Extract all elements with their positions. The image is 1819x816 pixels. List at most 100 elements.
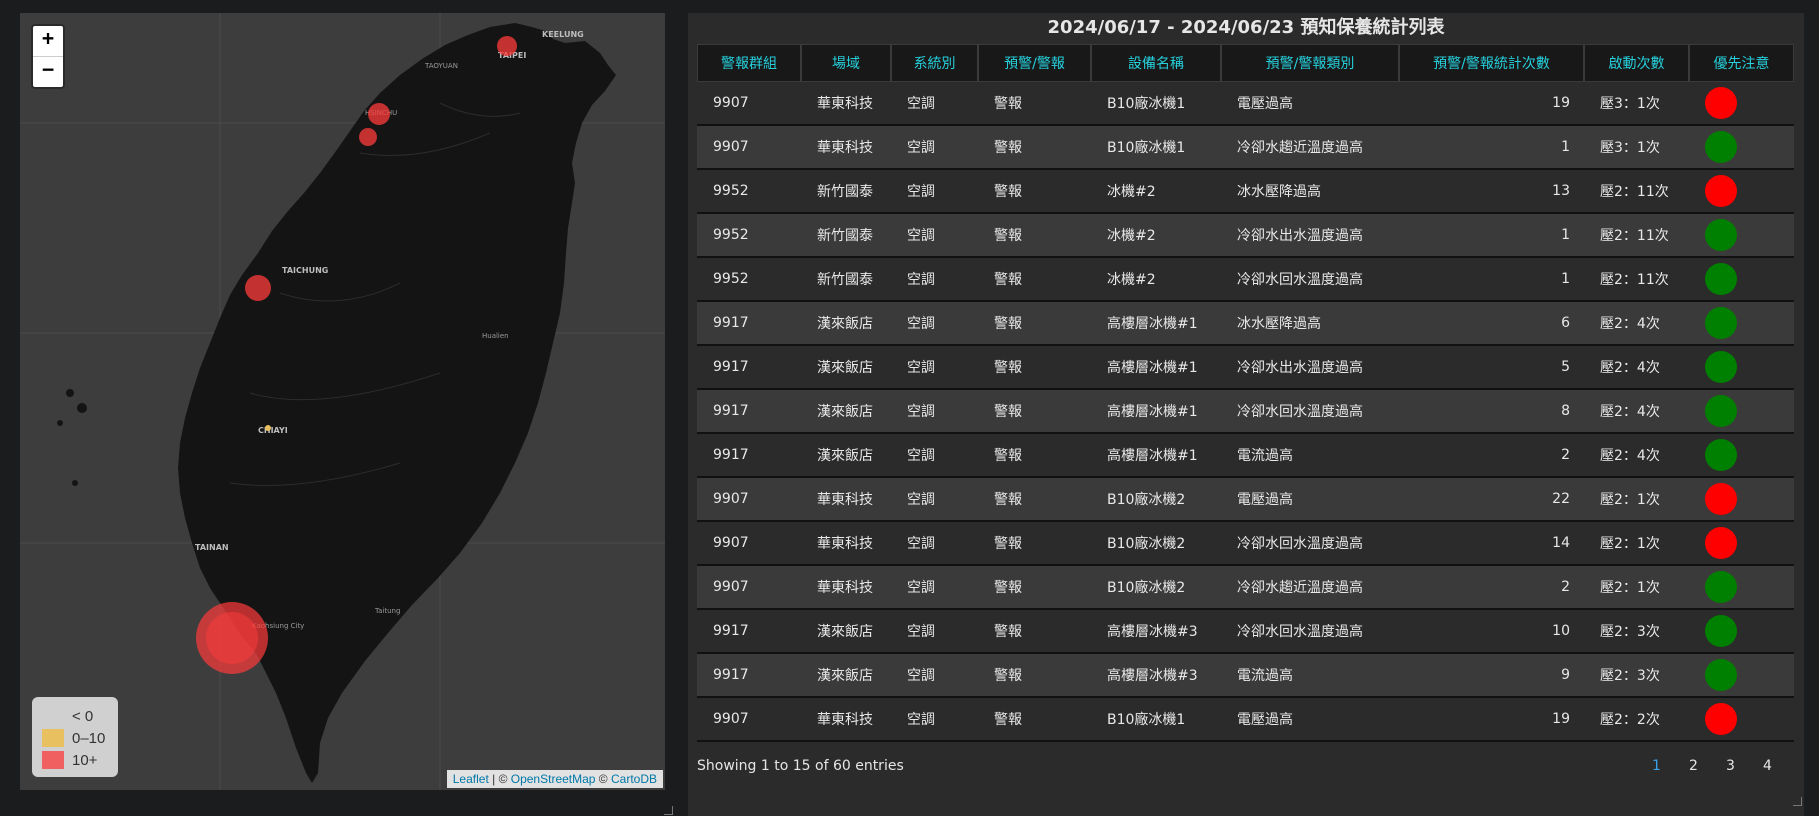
map-legend: < 0 0–10 10+ (32, 697, 118, 777)
table-row[interactable]: 9917 漢來飯店 空調 警報 高樓層冰機#3 冷卻水回水溫度過高 10 壓2：3次 (697, 610, 1794, 654)
table-cell: 華東科技 (801, 566, 891, 610)
table-cell: 1 (1399, 214, 1584, 258)
table-cell: 空調 (891, 302, 978, 346)
taiwan-map[interactable]: KEELUNG TAIPEI TAOYUAN HSINCHU TAICHUNG … (20, 13, 665, 790)
map-attribution: Leaflet | © OpenStreetMap © CartoDB (446, 770, 663, 788)
table-row[interactable]: 9952 新竹國泰 空調 警報 冰機#2 冷卻水出水溫度過高 1 壓2：11次 (697, 214, 1794, 258)
map-marker[interactable] (359, 128, 377, 146)
table-cell (1689, 434, 1794, 478)
table-row[interactable]: 9952 新竹國泰 空調 警報 冰機#2 冰水壓降過高 13 壓2：11次 (697, 170, 1794, 214)
column-header[interactable]: 預警/警報 (978, 44, 1091, 82)
map-marker[interactable] (497, 36, 517, 56)
map-marker[interactable] (368, 103, 390, 125)
table-row[interactable]: 9907 華東科技 空調 警報 B10廠冰機1 電壓過高 19 壓3：1次 (697, 82, 1794, 126)
column-header[interactable]: 優先注意 (1689, 44, 1794, 82)
table-cell: 9917 (697, 610, 801, 654)
table-cell: 冰機#2 (1091, 214, 1221, 258)
page-1-button[interactable]: 1 (1638, 758, 1675, 774)
column-header[interactable]: 設備名稱 (1091, 44, 1221, 82)
table-cell: B10廠冰機1 (1091, 126, 1221, 170)
table-cell: 9952 (697, 258, 801, 302)
leaflet-link[interactable]: Leaflet (453, 772, 489, 786)
table-cell: 警報 (978, 478, 1091, 522)
table-cell: B10廠冰機2 (1091, 522, 1221, 566)
priority-indicator-icon (1705, 351, 1737, 383)
table-cell: 壓3：1次 (1584, 126, 1689, 170)
table-cell (1689, 346, 1794, 390)
city-tainan: TAINAN (195, 543, 229, 552)
table-cell (1689, 654, 1794, 698)
table-cell: 華東科技 (801, 478, 891, 522)
zoom-in-button[interactable]: + (33, 26, 63, 56)
table-cell: 壓2：3次 (1584, 654, 1689, 698)
table-cell (1689, 610, 1794, 654)
table-cell: 冷卻水出水溫度過高 (1221, 346, 1399, 390)
table-cell: 9907 (697, 82, 801, 126)
page-2-button[interactable]: 2 (1675, 758, 1712, 774)
table-cell: 漢來飯店 (801, 302, 891, 346)
column-header[interactable]: 系統別 (891, 44, 978, 82)
table-cell (1689, 126, 1794, 170)
page-4-button[interactable]: 4 (1749, 758, 1786, 774)
map-resize-handle[interactable] (664, 806, 673, 815)
priority-indicator-icon (1705, 131, 1737, 163)
map-marker-small[interactable] (265, 425, 271, 431)
table-cell: 冷卻水趨近溫度過高 (1221, 126, 1399, 170)
table-cell: 壓2：4次 (1584, 390, 1689, 434)
zoom-out-button[interactable]: − (33, 56, 63, 87)
carto-link[interactable]: CartoDB (611, 772, 657, 786)
table-row[interactable]: 9917 漢來飯店 空調 警報 高樓層冰機#1 冷卻水回水溫度過高 8 壓2：4次 (697, 390, 1794, 434)
table-cell: 警報 (978, 302, 1091, 346)
priority-indicator-icon (1705, 395, 1737, 427)
table-cell: 8 (1399, 390, 1584, 434)
priority-indicator-icon (1705, 571, 1737, 603)
legend-swatch (42, 729, 64, 747)
table-row[interactable]: 9907 華東科技 空調 警報 B10廠冰機1 冷卻水趨近溫度過高 1 壓3：1次 (697, 126, 1794, 170)
map-panel[interactable]: KEELUNG TAIPEI TAOYUAN HSINCHU TAICHUNG … (20, 13, 665, 790)
table-cell (1689, 566, 1794, 610)
table-cell: 壓2：1次 (1584, 478, 1689, 522)
table-cell: 警報 (978, 434, 1091, 478)
column-header[interactable]: 預警/警報統計次數 (1399, 44, 1584, 82)
column-header[interactable]: 場域 (801, 44, 891, 82)
table-resize-handle[interactable] (1793, 797, 1802, 806)
table-cell: 冷卻水回水溫度過高 (1221, 258, 1399, 302)
table-cell: 空調 (891, 346, 978, 390)
table-cell: 壓2：4次 (1584, 434, 1689, 478)
table-cell: 電壓過高 (1221, 698, 1399, 742)
legend-label: 10+ (72, 751, 98, 769)
table-cell: 9952 (697, 214, 801, 258)
table-row[interactable]: 9952 新竹國泰 空調 警報 冰機#2 冷卻水回水溫度過高 1 壓2：11次 (697, 258, 1794, 302)
table-cell: 漢來飯店 (801, 434, 891, 478)
table-cell (1689, 170, 1794, 214)
table-cell: 冰水壓降過高 (1221, 170, 1399, 214)
table-row[interactable]: 9917 漢來飯店 空調 警報 高樓層冰機#1 冷卻水出水溫度過高 5 壓2：4次 (697, 346, 1794, 390)
priority-indicator-icon (1705, 615, 1737, 647)
table-cell: 新竹國泰 (801, 170, 891, 214)
table-cell: 新竹國泰 (801, 258, 891, 302)
column-header[interactable]: 啟動次數 (1584, 44, 1689, 82)
priority-indicator-icon (1705, 263, 1737, 295)
table-cell: 華東科技 (801, 698, 891, 742)
priority-indicator-icon (1705, 659, 1737, 691)
table-row[interactable]: 9907 華東科技 空調 警報 B10廠冰機2 電壓過高 22 壓2：1次 (697, 478, 1794, 522)
table-row[interactable]: 9917 漢來飯店 空調 警報 高樓層冰機#1 電流過高 2 壓2：4次 (697, 434, 1794, 478)
column-header[interactable]: 預警/警報類別 (1221, 44, 1399, 82)
table-row[interactable]: 9907 華東科技 空調 警報 B10廠冰機2 冷卻水回水溫度過高 14 壓2：1次 (697, 522, 1794, 566)
column-header[interactable]: 警報群組 (697, 44, 801, 82)
table-cell: 冷卻水回水溫度過高 (1221, 390, 1399, 434)
table-cell: 9952 (697, 170, 801, 214)
table-cell (1689, 258, 1794, 302)
table-row[interactable]: 9907 華東科技 空調 警報 B10廠冰機2 冷卻水趨近溫度過高 2 壓2：1次 (697, 566, 1794, 610)
table-cell: 壓2：4次 (1584, 346, 1689, 390)
osm-link[interactable]: OpenStreetMap (511, 772, 596, 786)
table-cell (1689, 302, 1794, 346)
map-marker[interactable] (206, 612, 258, 664)
page-3-button[interactable]: 3 (1712, 758, 1749, 774)
map-marker[interactable] (245, 275, 271, 301)
table-cell: 9907 (697, 566, 801, 610)
table-row[interactable]: 9917 漢來飯店 空調 警報 高樓層冰機#3 電流過高 9 壓2：3次 (697, 654, 1794, 698)
table-row[interactable]: 9917 漢來飯店 空調 警報 高樓層冰機#1 冰水壓降過高 6 壓2：4次 (697, 302, 1794, 346)
table-cell (1689, 390, 1794, 434)
table-row[interactable]: 9907 華東科技 空調 警報 B10廠冰機1 電壓過高 19 壓2：2次 (697, 698, 1794, 742)
